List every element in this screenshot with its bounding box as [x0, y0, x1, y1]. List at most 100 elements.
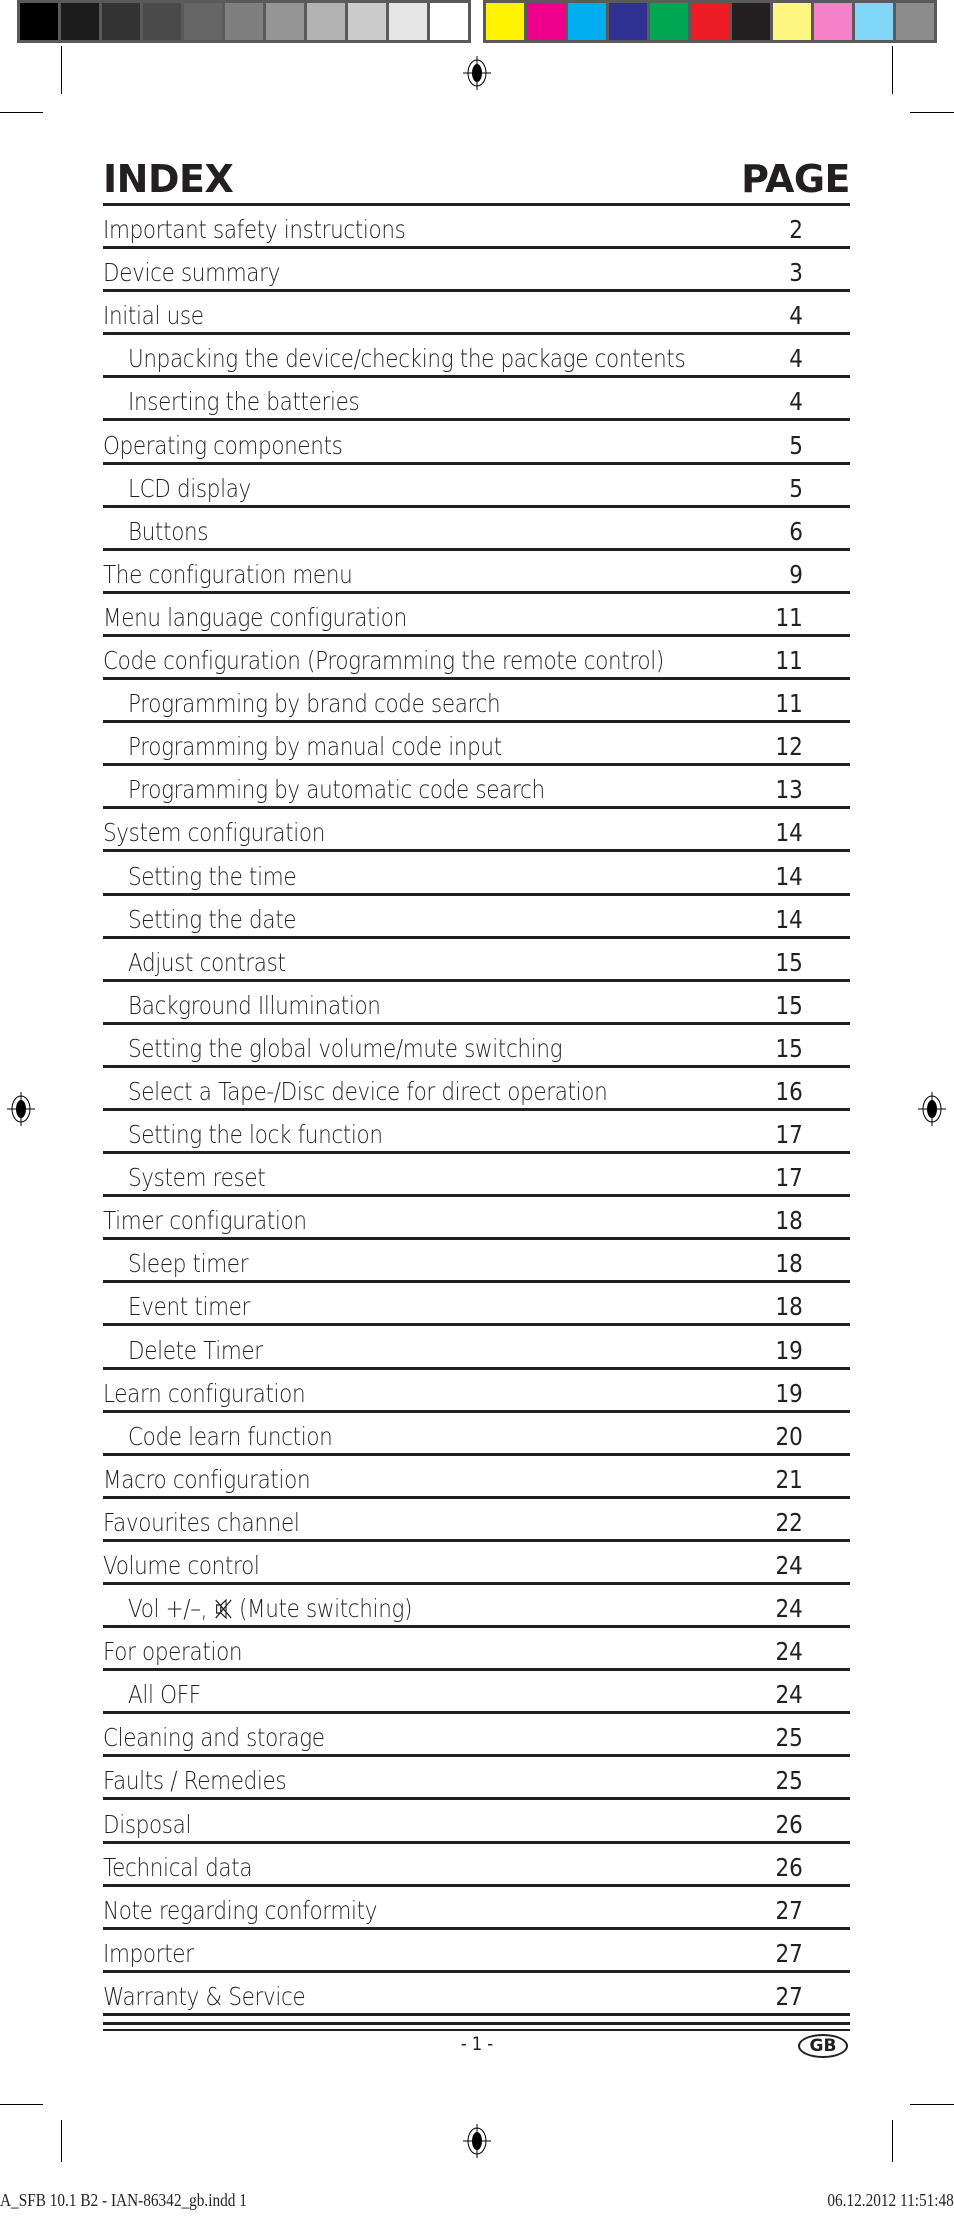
- toc-entry[interactable]: System reset 17: [103, 1154, 850, 1198]
- toc-entry[interactable]: Select a Tape-/Disc device for direct op…: [103, 1068, 850, 1111]
- toc-entry[interactable]: All OFF 24: [103, 1671, 850, 1715]
- toc-entry-page: 21: [775, 1464, 803, 1494]
- toc-entry-title-text: Event timer: [128, 1292, 251, 1322]
- toc-entry-title-text: The configuration menu: [103, 559, 353, 589]
- toc-entry-title: Programming by manual code input: [128, 732, 502, 763]
- toc-entry[interactable]: The configuration menu 9: [103, 551, 850, 594]
- table-of-contents: Important safety instructions 2 Device sum…: [103, 206, 850, 2016]
- toc-entry[interactable]: Setting the lock function 17: [103, 1111, 850, 1155]
- toc-entry[interactable]: Faults / Remedies 25: [103, 1757, 850, 1801]
- toc-entry[interactable]: Volume control 24: [103, 1542, 850, 1585]
- toc-entry[interactable]: Timer configuration 18: [103, 1197, 850, 1241]
- toc-entry-title-text: Code configuration (Programming the remo…: [103, 646, 664, 676]
- toc-entry[interactable]: Initial use 4: [103, 292, 850, 336]
- toc-entry-title-text: Device summary: [103, 258, 281, 288]
- toc-entry-title: Sleep timer: [128, 1249, 249, 1280]
- toc-entry-title-text: Code learn function: [128, 1421, 333, 1451]
- toc-entry[interactable]: Favourites channel 22: [103, 1499, 850, 1542]
- toc-entry-page: 14: [775, 818, 803, 848]
- toc-entry[interactable]: Sleep timer 18: [103, 1240, 850, 1284]
- color-swatch: [896, 3, 934, 40]
- toc-entry-title-text: Importer: [103, 1938, 194, 1968]
- toc-entry[interactable]: Buttons 6: [103, 508, 850, 551]
- toc-entry[interactable]: Adjust contrast 15: [103, 939, 850, 982]
- toc-entry-page: 11: [775, 689, 803, 719]
- toc-entry-page: 3: [789, 258, 803, 288]
- toc-entry[interactable]: Macro configuration 21: [103, 1456, 850, 1499]
- page-heading: PAGE: [741, 157, 850, 201]
- toc-entry-title: Adjust contrast: [128, 948, 286, 979]
- color-swatch: [650, 3, 688, 40]
- toc-entry-title: Volume control: [103, 1551, 260, 1582]
- toc-entry[interactable]: Vol +/–, (Mute switching) 24: [103, 1585, 850, 1629]
- toc-entry-title-text: Background Illumination: [128, 990, 381, 1020]
- toc-entry-title-text: LCD display: [128, 473, 251, 503]
- toc-entry[interactable]: Setting the date 14: [103, 896, 850, 939]
- toc-entry-title: Unpacking the device/checking the packag…: [128, 344, 686, 375]
- toc-entry[interactable]: Programming by brand code search 11: [103, 680, 850, 724]
- toc-entry-title-text: Select a Tape-/Disc device for direct op…: [128, 1076, 608, 1106]
- crop-mark-top-right-vertical: [892, 46, 893, 94]
- toc-entry-title: For operation: [103, 1637, 243, 1668]
- toc-entry-title-text: Note regarding conformity: [103, 1895, 378, 1925]
- toc-entry[interactable]: Menu language configuration 11: [103, 594, 850, 637]
- toc-entry[interactable]: Disposal 26: [103, 1800, 850, 1844]
- toc-entry[interactable]: Note regarding conformity 27: [103, 1887, 850, 1930]
- toc-entry[interactable]: Code learn function 20: [103, 1413, 850, 1456]
- toc-entry-page: 18: [775, 1249, 803, 1279]
- toc-entry[interactable]: Code configuration (Programming the remo…: [103, 637, 850, 681]
- toc-entry[interactable]: Learn configuration 19: [103, 1370, 850, 1413]
- toc-entry-title-text: Inserting the batteries: [128, 387, 360, 417]
- toc-entry-page: 27: [775, 1981, 803, 2011]
- toc-entry-title: Vol +/–, (Mute switching): [128, 1594, 412, 1625]
- toc-entry[interactable]: Cleaning and storage 25: [103, 1714, 850, 1758]
- toc-entry[interactable]: Programming by manual code input 12: [103, 723, 850, 767]
- toc-entry[interactable]: Operating components 5: [103, 421, 850, 465]
- color-swatch: [691, 3, 729, 40]
- toc-entry[interactable]: Important safety instructions 2: [103, 206, 850, 250]
- gray-swatch: [143, 3, 181, 40]
- toc-entry[interactable]: Delete Timer 19: [103, 1326, 850, 1370]
- page-number: - 1 -: [460, 2033, 494, 2055]
- toc-entry-title-text: Important safety instructions: [103, 215, 406, 245]
- toc-entry-page: 26: [775, 1809, 803, 1839]
- toc-entry[interactable]: Inserting the batteries 4: [103, 378, 850, 422]
- toc-entry-page: 4: [789, 387, 803, 417]
- toc-entry[interactable]: Unpacking the device/checking the packag…: [103, 335, 850, 379]
- toc-entry[interactable]: Technical data 26: [103, 1844, 850, 1887]
- toc-entry-title: Importer: [103, 1939, 194, 1970]
- toc-entry-title-text: Unpacking the device/checking the packag…: [128, 344, 686, 374]
- toc-entry-page: 13: [775, 775, 803, 805]
- toc-entry-page: 11: [775, 646, 803, 676]
- toc-entry[interactable]: Setting the time 14: [103, 852, 850, 896]
- toc-entry-page: 25: [775, 1766, 803, 1796]
- toc-entry[interactable]: Event timer 18: [103, 1283, 850, 1327]
- toc-entry-title-text: Adjust contrast: [128, 947, 286, 977]
- gray-swatch: [102, 3, 140, 40]
- toc-entry[interactable]: Programming by automatic code search 13: [103, 766, 850, 810]
- toc-entry[interactable]: Setting the global volume/mute switching…: [103, 1025, 850, 1068]
- gray-swatch: [61, 3, 99, 40]
- toc-entry-title-text: Macro configuration: [103, 1464, 311, 1494]
- toc-entry-title: Code configuration (Programming the remo…: [103, 646, 664, 677]
- toc-entry-page: 6: [789, 516, 803, 546]
- toc-entry[interactable]: Background Illumination 15: [103, 982, 850, 1025]
- toc-entry-title-text: All OFF: [128, 1680, 201, 1710]
- toc-entry[interactable]: LCD display 5: [103, 465, 850, 508]
- toc-entry-title-text: Menu language configuration: [103, 602, 407, 632]
- toc-entry[interactable]: Importer 27: [103, 1930, 850, 1973]
- toc-entry-page: 26: [775, 1852, 803, 1882]
- toc-entry[interactable]: Warranty & Service 27: [103, 1973, 850, 2016]
- toc-entry-title-text: System configuration: [103, 818, 326, 848]
- toc-entry-title: Inserting the batteries: [128, 387, 360, 418]
- toc-entry-title: Operating components: [103, 431, 343, 462]
- color-swatch: [527, 3, 565, 40]
- color-swatch: [609, 3, 647, 40]
- registration-mark-bottom-icon: [463, 2124, 491, 2158]
- toc-entry-title-text: Cleaning and storage: [103, 1723, 325, 1753]
- toc-entry-title-text: Setting the lock function: [128, 1120, 383, 1150]
- toc-entry[interactable]: Device summary 3: [103, 249, 850, 293]
- toc-entry[interactable]: For operation 24: [103, 1628, 850, 1672]
- toc-entry-title-text: Setting the time: [128, 861, 297, 891]
- toc-entry[interactable]: System configuration 14: [103, 809, 850, 853]
